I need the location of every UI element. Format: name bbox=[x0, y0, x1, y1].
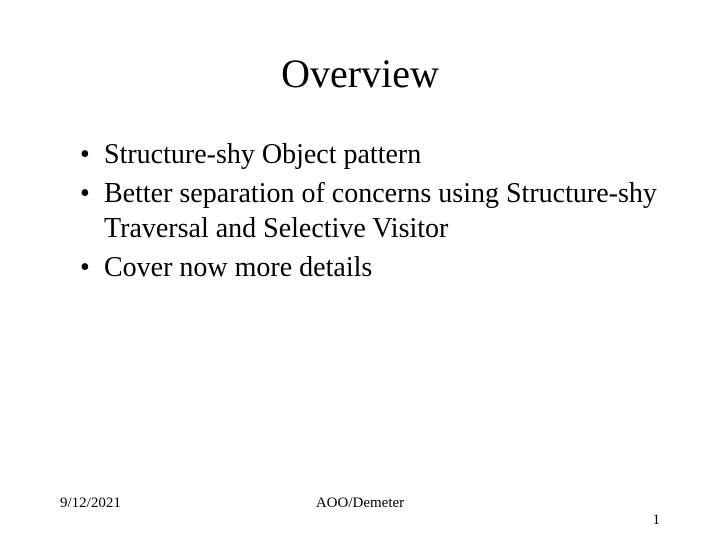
bullet-list: Structure-shy Object pattern Better sepa… bbox=[60, 137, 660, 285]
slide-title: Overview bbox=[60, 50, 660, 97]
footer-page-number: 1 bbox=[653, 512, 661, 529]
footer-date: 9/12/2021 bbox=[60, 495, 121, 512]
list-item: Cover now more details bbox=[80, 250, 660, 285]
list-item: Structure-shy Object pattern bbox=[80, 137, 660, 172]
slide: Overview Structure-shy Object pattern Be… bbox=[0, 0, 720, 540]
footer-center: AOO/Demeter bbox=[60, 495, 660, 512]
slide-footer: 9/12/2021 AOO/Demeter 1 bbox=[0, 495, 720, 512]
list-item: Better separation of concerns using Stru… bbox=[80, 176, 660, 246]
